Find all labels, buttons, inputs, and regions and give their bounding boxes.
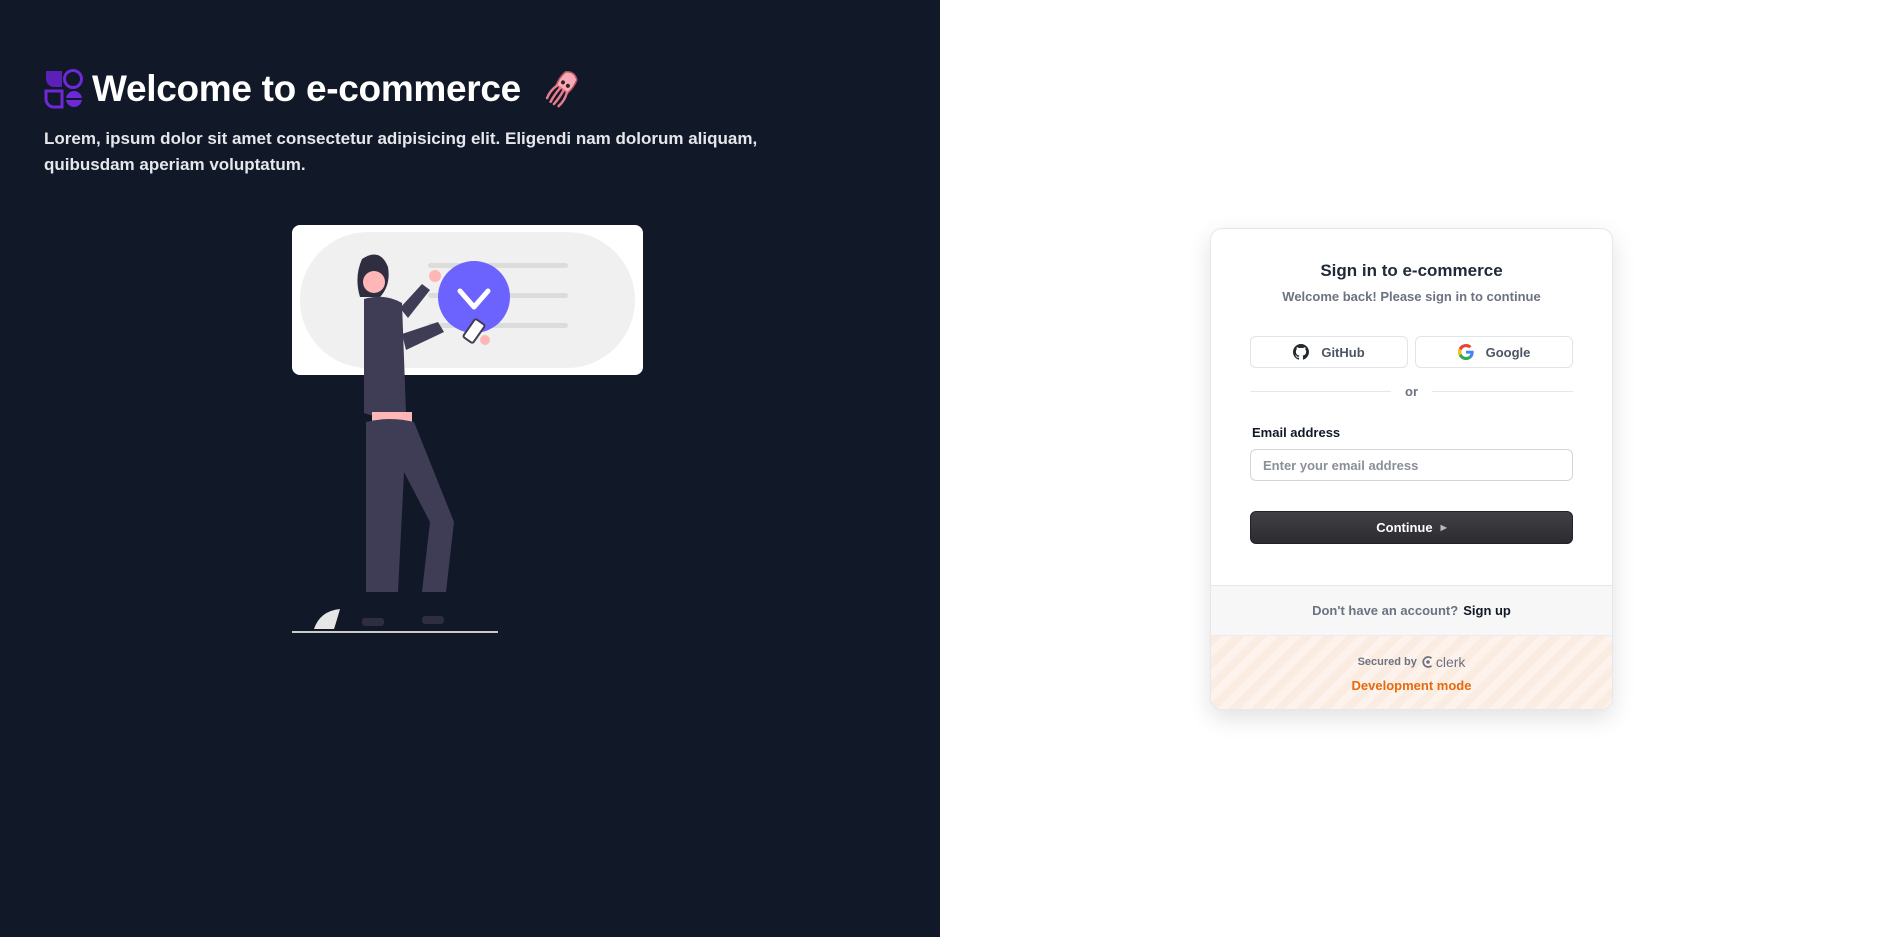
dev-mode-banner: Secured by clerk Development mode: [1211, 636, 1612, 709]
github-button[interactable]: GitHub: [1250, 336, 1408, 368]
hero-title: Welcome to e-commerce: [92, 68, 521, 109]
clerk-logo[interactable]: clerk: [1422, 653, 1466, 670]
squid-emoji-icon: [545, 71, 578, 108]
divider-line-left: [1250, 391, 1391, 392]
hero-heading: Welcome to e-commerce: [44, 68, 583, 110]
github-label: GitHub: [1321, 344, 1365, 360]
continue-label: Continue: [1376, 520, 1433, 535]
app-logo-icon: [44, 69, 83, 109]
email-label: Email address: [1252, 425, 1341, 440]
continue-button[interactable]: Continue ▶: [1250, 511, 1573, 544]
divider-text: or: [1405, 384, 1418, 399]
signup-question: Don't have an account?: [1312, 603, 1459, 618]
welcome-panel: Welcome to e-commerce Lorem, ipsum dolor…: [0, 0, 940, 937]
clerk-logo-icon: [1422, 655, 1432, 668]
secured-by-text: Secured by: [1357, 655, 1417, 668]
or-divider: or: [1250, 384, 1573, 399]
google-label: Google: [1485, 344, 1531, 360]
signin-card: Sign in to e-commerce Welcome back! Plea…: [1210, 228, 1613, 710]
secured-by: Secured by clerk: [1358, 654, 1466, 670]
signup-link[interactable]: Sign up: [1463, 603, 1511, 618]
signin-subtitle: Welcome back! Please sign in to continue: [1282, 289, 1541, 304]
dev-mode-text: Development mode: [1351, 677, 1472, 693]
signin-illustration: [292, 225, 643, 633]
signup-prompt: Don't have an account? Sign up: [1211, 586, 1612, 636]
signin-panel: Sign in to e-commerce Welcome back! Plea…: [940, 0, 1878, 937]
signin-form: Sign in to e-commerce Welcome back! Plea…: [1211, 229, 1612, 586]
hero-description: Lorem, ipsum dolor sit amet consectetur …: [44, 129, 758, 174]
divider-line-right: [1432, 391, 1573, 392]
arrow-right-icon: ▶: [1440, 523, 1447, 532]
github-icon: [1293, 344, 1310, 360]
google-icon: [1457, 344, 1474, 360]
google-button[interactable]: Google: [1415, 336, 1573, 368]
signin-title: Sign in to e-commerce: [1320, 261, 1503, 280]
clerk-brand: clerk: [1435, 653, 1466, 670]
email-input[interactable]: [1250, 449, 1573, 481]
social-buttons: GitHub Google: [1250, 336, 1573, 368]
